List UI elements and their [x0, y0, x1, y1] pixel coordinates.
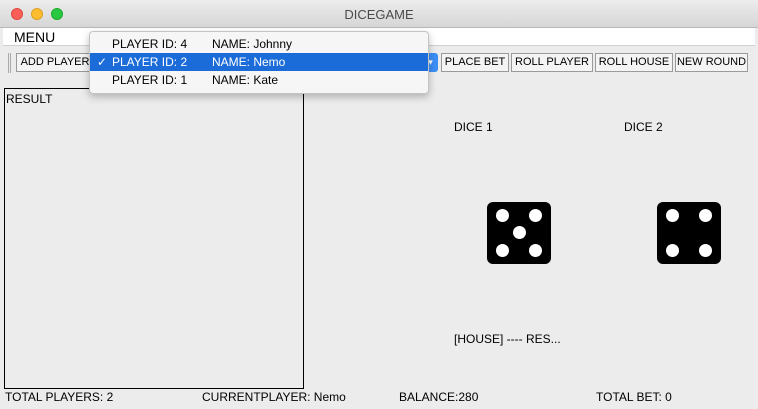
new-round-button[interactable]: NEW ROUND — [675, 53, 748, 72]
player-option-2[interactable]: ✓ PLAYER ID: 2 NAME: Nemo — [90, 53, 428, 71]
die-pip — [699, 244, 712, 257]
die-pip — [513, 226, 526, 239]
house-result-text: [HOUSE] ---- RES... — [454, 332, 561, 346]
player-option-name: NAME: Kate — [212, 73, 279, 87]
die-pip — [496, 244, 509, 257]
place-bet-button[interactable]: PLACE BET — [441, 53, 509, 72]
checkmark-icon: ✓ — [97, 55, 108, 69]
player-option-4[interactable]: PLAYER ID: 4 NAME: Johnny — [90, 35, 428, 53]
die-pip — [699, 209, 712, 222]
window-title: DICEGAME — [344, 7, 414, 22]
die-pip — [529, 209, 542, 222]
player-option-id: PLAYER ID: 4 — [112, 37, 188, 51]
die-pip — [666, 209, 679, 222]
menu-button[interactable]: MENU — [14, 29, 55, 45]
player-select-dropdown[interactable]: PLAYER ID: 4 NAME: Johnny ✓ PLAYER ID: 2… — [89, 31, 429, 94]
player-option-name: NAME: Nemo — [212, 55, 286, 69]
roll-house-button[interactable]: ROLL HOUSE — [595, 53, 673, 72]
die-five-icon — [487, 202, 551, 264]
dice-1-label: DICE 1 — [454, 120, 493, 134]
player-option-1[interactable]: PLAYER ID: 1 NAME: Kate — [90, 71, 428, 89]
roll-player-button[interactable]: ROLL PLAYER — [511, 53, 593, 72]
result-label: RESULT — [6, 92, 53, 106]
dice-2-label: DICE 2 — [624, 120, 663, 134]
player-option-id: PLAYER ID: 1 — [112, 73, 188, 87]
add-player-button[interactable]: ADD PLAYER — [16, 53, 94, 72]
balance-status: BALANCE:280 — [399, 390, 479, 404]
die-pip — [666, 244, 679, 257]
window-titlebar: DICEGAME — [0, 0, 758, 28]
die-pip — [496, 209, 509, 222]
result-panel: RESULT — [4, 88, 304, 389]
total-players-status: TOTAL PLAYERS: 2 — [5, 390, 114, 404]
total-bet-status: TOTAL BET: 0 — [596, 390, 672, 404]
player-option-name: NAME: Johnny — [212, 37, 293, 51]
toolbar-grip-handle[interactable] — [8, 53, 11, 73]
current-player-status: CURRENTPLAYER: Nemo — [202, 390, 346, 404]
die-pip — [529, 244, 542, 257]
player-option-id: PLAYER ID: 2 — [112, 55, 188, 69]
die-four-icon — [657, 202, 721, 264]
status-bar: TOTAL PLAYERS: 2 CURRENTPLAYER: Nemo BAL… — [0, 389, 758, 409]
